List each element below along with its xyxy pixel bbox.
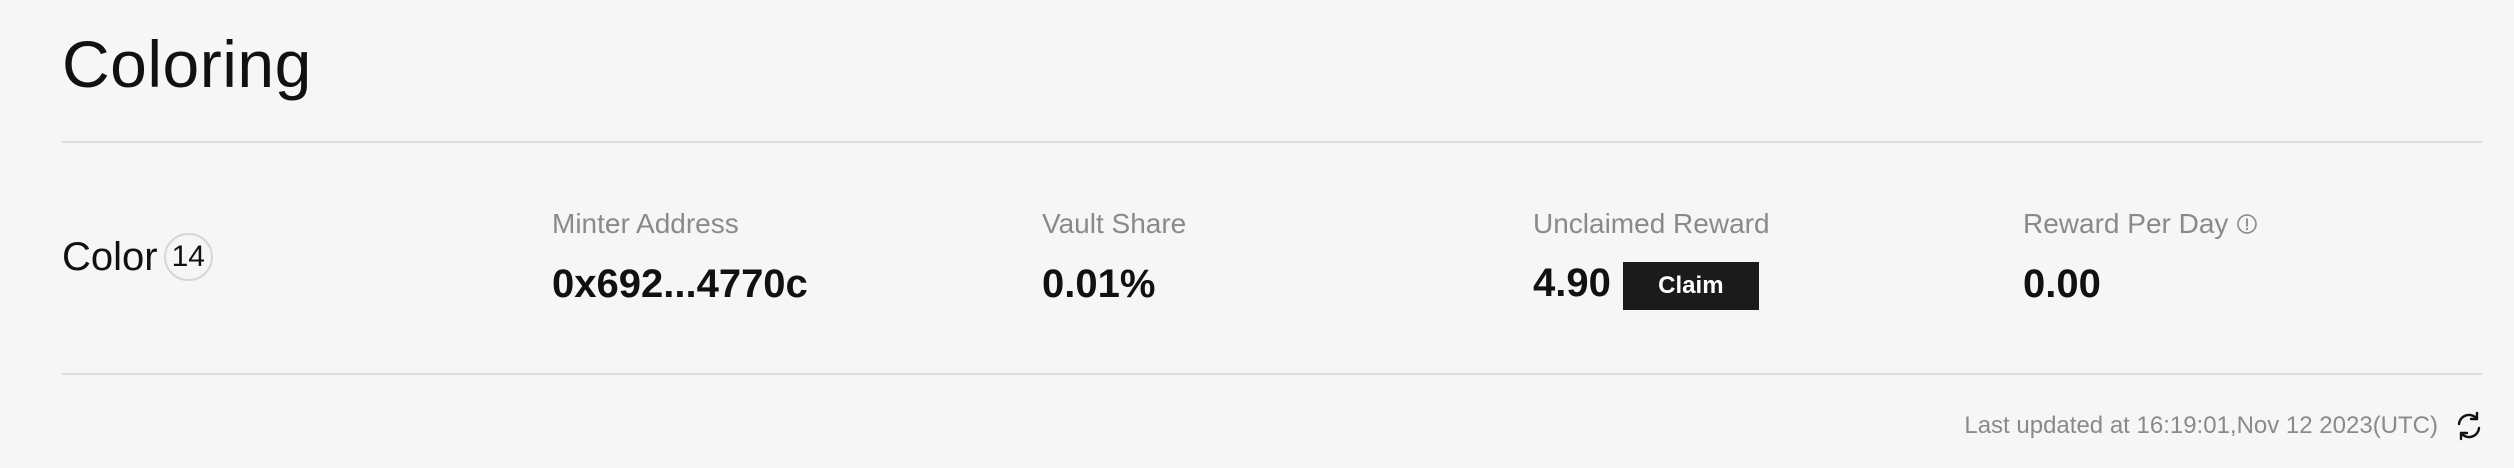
footer: Last updated at 16:19:01,Nov 12 2023(UTC…	[1964, 406, 2486, 446]
minter-address-label: Minter Address	[552, 208, 739, 239]
count-badge: 14	[163, 233, 213, 281]
minter-address-value: 0x692...4770c	[552, 262, 808, 306]
row-name: Color 14	[62, 232, 213, 282]
reward-per-day-label: Reward Per Day	[2023, 208, 2229, 239]
row-name-label: Color	[62, 235, 158, 279]
reward-per-day-value: 0.00	[2023, 262, 2101, 306]
coloring-page: Coloring Color 14 Minter Address 0x692..…	[0, 0, 2514, 468]
unclaimed-reward-label: Unclaimed Reward	[1533, 208, 1770, 239]
claim-button[interactable]: Claim	[1622, 262, 1759, 310]
refresh-icon[interactable]	[2452, 409, 2486, 443]
info-icon[interactable]	[2236, 213, 2258, 235]
page-title: Coloring	[62, 27, 312, 101]
reward-per-day-column: Reward Per Day 0.00	[2023, 206, 2258, 308]
minter-address-column: Minter Address 0x692...4770c	[552, 206, 808, 308]
unclaimed-reward-column: Unclaimed Reward 4.90 Claim	[1533, 206, 1770, 310]
last-updated-text: Last updated at 16:19:01,Nov 12 2023(UTC…	[1964, 412, 2438, 439]
vault-share-value: 0.01%	[1042, 262, 1156, 306]
vault-share-label: Vault Share	[1042, 208, 1187, 239]
unclaimed-reward-value-row: 4.90 Claim	[1533, 256, 1770, 310]
bottom-divider	[62, 373, 2482, 375]
top-divider	[62, 141, 2482, 143]
unclaimed-reward-value: 4.90	[1533, 261, 1611, 305]
reward-per-day-header: Reward Per Day	[2023, 206, 2258, 242]
vault-share-column: Vault Share 0.01%	[1042, 206, 1186, 308]
